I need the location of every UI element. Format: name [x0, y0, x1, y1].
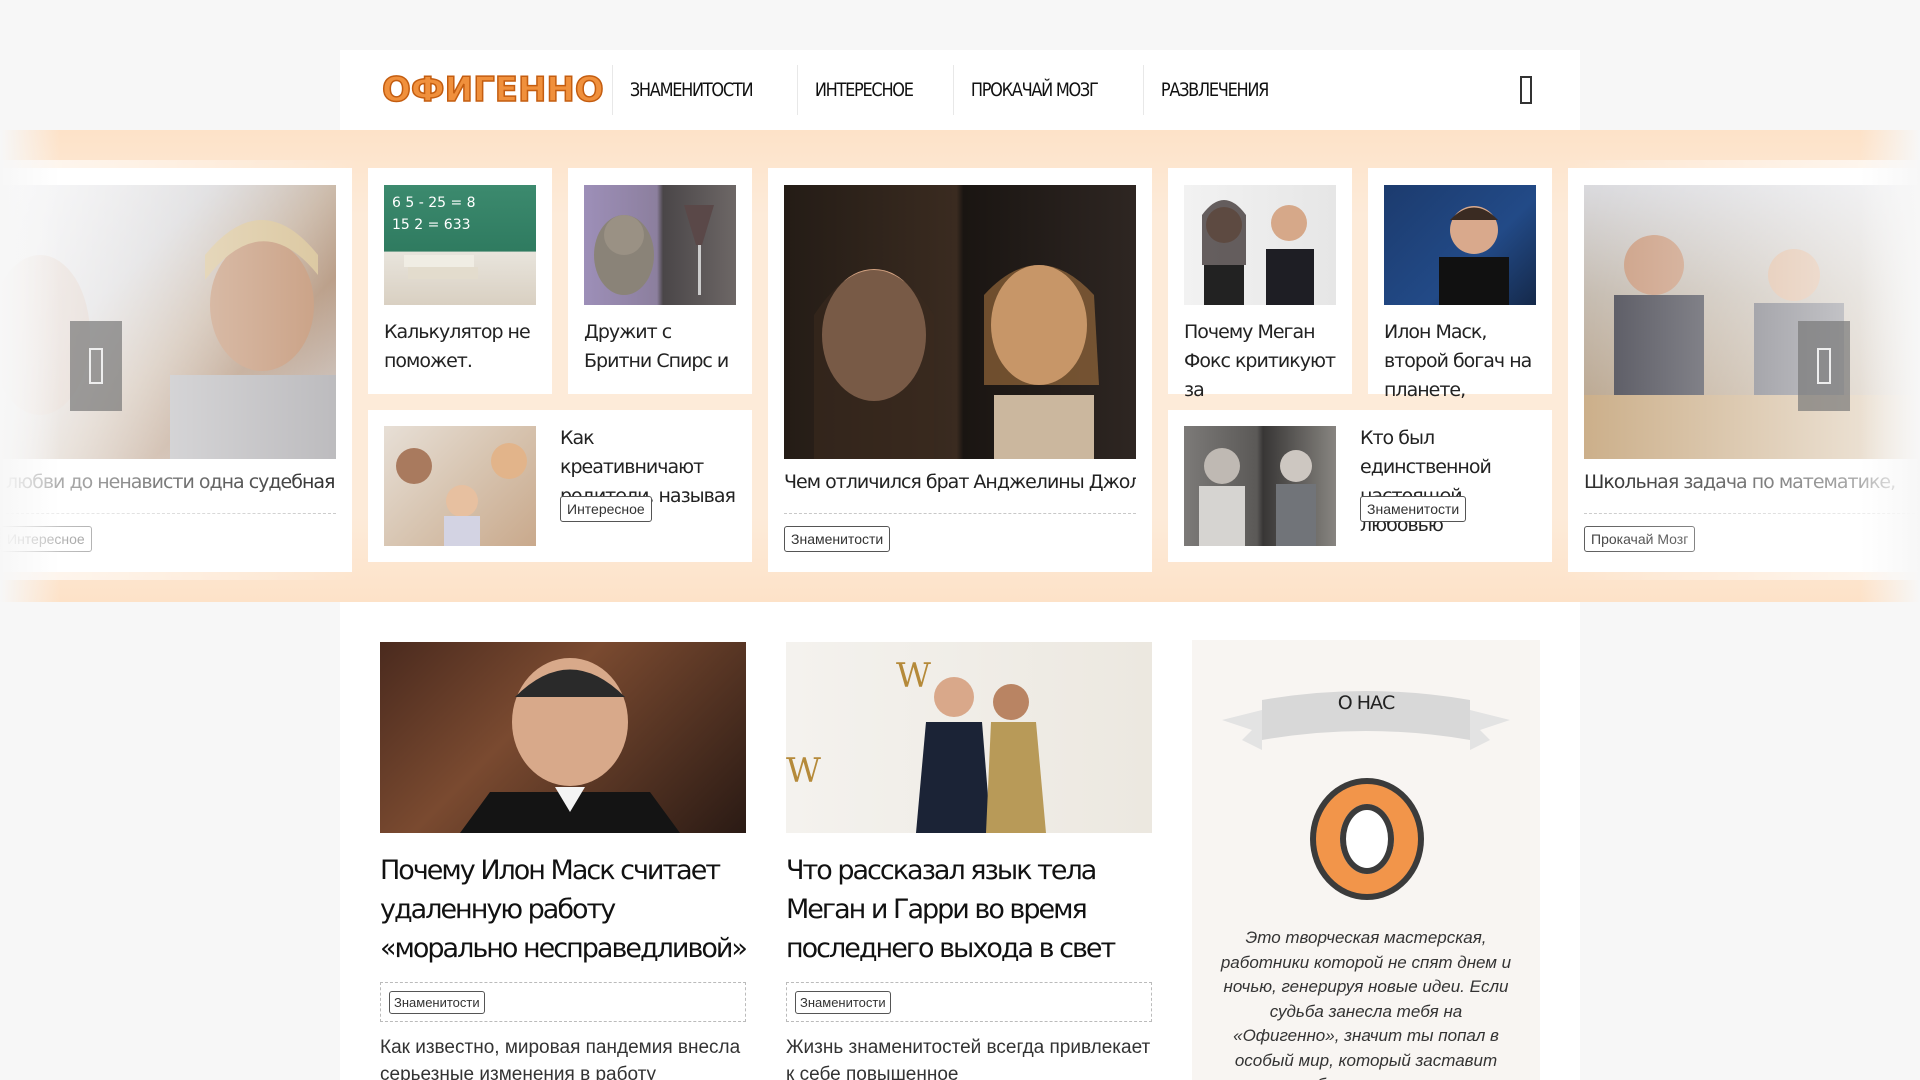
cat-and-glass-illustration	[594, 205, 714, 295]
card-image	[1184, 185, 1336, 305]
post-meta: Знаменитости	[786, 982, 1152, 1022]
about-heading: О НАС	[1337, 692, 1396, 714]
card-image	[1184, 426, 1336, 546]
post-excerpt: Как известно, мировая пандемия внесла се…	[380, 1037, 741, 1080]
carousel-card-center[interactable]: Чем отличился брат Анджелины Джоли и Зна…	[768, 168, 1152, 572]
post-image[interactable]: WW	[786, 642, 1152, 833]
card-image	[384, 426, 536, 546]
svg-text:W: W	[786, 751, 821, 791]
about-logo-o	[1310, 778, 1424, 900]
card-image	[584, 185, 736, 305]
two-portraits-illustration	[814, 265, 1099, 459]
carousel-next-button[interactable]	[1798, 321, 1850, 411]
card-image	[1384, 185, 1536, 305]
family-illustration	[396, 443, 527, 546]
post-title[interactable]: Почему Илон Маск считает удаленную работ…	[380, 851, 748, 968]
card-title[interactable]: Чем отличился брат Анджелины Джоли и	[784, 468, 1136, 497]
arrow-left-icon	[89, 348, 103, 384]
post-title[interactable]: Что рассказал язык тела Меган и Гарри во…	[786, 851, 1152, 968]
nav-item-brain[interactable]: ПРОКАЧАЙ МОЗГ	[953, 65, 1115, 115]
search-icon[interactable]	[1520, 76, 1532, 104]
carousel-card[interactable]: Илон Маск, второй богач на планете,	[1368, 168, 1552, 401]
nav-item-entertainment[interactable]: РАЗВЛЕЧЕНИЯ	[1143, 65, 1285, 115]
card-tag[interactable]: Знаменитости	[784, 526, 891, 552]
man-in-tuxedo-illustration	[460, 658, 680, 833]
card-tag[interactable]: Интересное	[560, 496, 652, 522]
carousel-card[interactable]: Кто был единственной настоящей любовью З…	[1168, 410, 1552, 562]
svg-text:6 5 - 25 = 8: 6 5 - 25 = 8	[392, 195, 476, 211]
about-text: Это творческая мастерская, работники кот…	[1220, 928, 1512, 1080]
nav-item-celebrities[interactable]: ЗНАМЕНИТОСТИ	[612, 65, 769, 115]
post-excerpt: Жизнь знаменитостей всегда привлекает к …	[786, 1037, 1151, 1080]
site-header: ОФИГЕННО ЗНАМЕНИТОСТИ ИНТЕРЕСНОЕ ПРОКАЧА…	[340, 50, 1580, 130]
card-image: 6 5 - 25 = 8 15 2 = 633	[384, 185, 536, 305]
post-tag[interactable]: Знаменитости	[389, 991, 485, 1014]
post-meta: Знаменитости	[380, 982, 746, 1022]
post-tag[interactable]: Знаменитости	[795, 991, 891, 1014]
post-card: WW Что рассказал язык тела Меган и Гарри…	[786, 642, 1152, 1080]
carousel-card[interactable]: Почему Меган Фокс критикуют за	[1168, 168, 1352, 401]
carousel-card[interactable]: 6 5 - 25 = 8 15 2 = 633 Калькулятор не по…	[368, 168, 552, 394]
site-logo[interactable]: ОФИГЕННО	[381, 69, 604, 111]
carousel-card[interactable]: Как креативничают родители, называя Инте…	[368, 410, 752, 562]
couple-red-carpet-illustration: WW	[786, 656, 1046, 833]
carousel-card[interactable]: Дружит с Бритни Спирс и	[568, 168, 752, 394]
card-title[interactable]: Илон Маск, второй богач на планете,	[1384, 318, 1540, 405]
card-title[interactable]: Почему Меган Фокс критикуют за	[1184, 318, 1340, 405]
post-image[interactable]	[380, 642, 746, 833]
card-image	[784, 185, 1136, 459]
card-title[interactable]: Калькулятор не поможет.	[384, 318, 540, 376]
nav-item-interesting[interactable]: ИНТЕРЕСНОЕ	[797, 65, 930, 115]
svg-text:W: W	[896, 656, 931, 696]
man-smiling-illustration	[1439, 206, 1509, 305]
main-nav: ЗНАМЕНИТОСТИ ИНТЕРЕСНОЕ ПРОКАЧАЙ МОЗГ РА…	[612, 65, 1310, 115]
card-tag[interactable]: Прокачай Мозг	[1584, 526, 1696, 552]
chalkboard-illustration: 6 5 - 25 = 8 15 2 = 633	[392, 195, 478, 279]
card-title[interactable]: Дружит с Бритни Спирс и	[584, 318, 740, 376]
carousel-prev-button[interactable]	[70, 321, 122, 411]
vintage-photos-illustration	[1199, 448, 1316, 546]
arrow-right-icon	[1817, 348, 1831, 384]
svg-text:15 2 = 633: 15 2 = 633	[392, 217, 471, 233]
card-title[interactable]: Кто был единственной настоящей любовью	[1360, 424, 1544, 540]
about-widget: О НАС Это творческая мастерская, работни…	[1192, 640, 1540, 1080]
card-tag[interactable]: Знаменитости	[1360, 496, 1467, 522]
post-card: Почему Илон Маск считает удаленную работ…	[380, 642, 748, 1080]
couple-illustration	[1202, 200, 1314, 305]
